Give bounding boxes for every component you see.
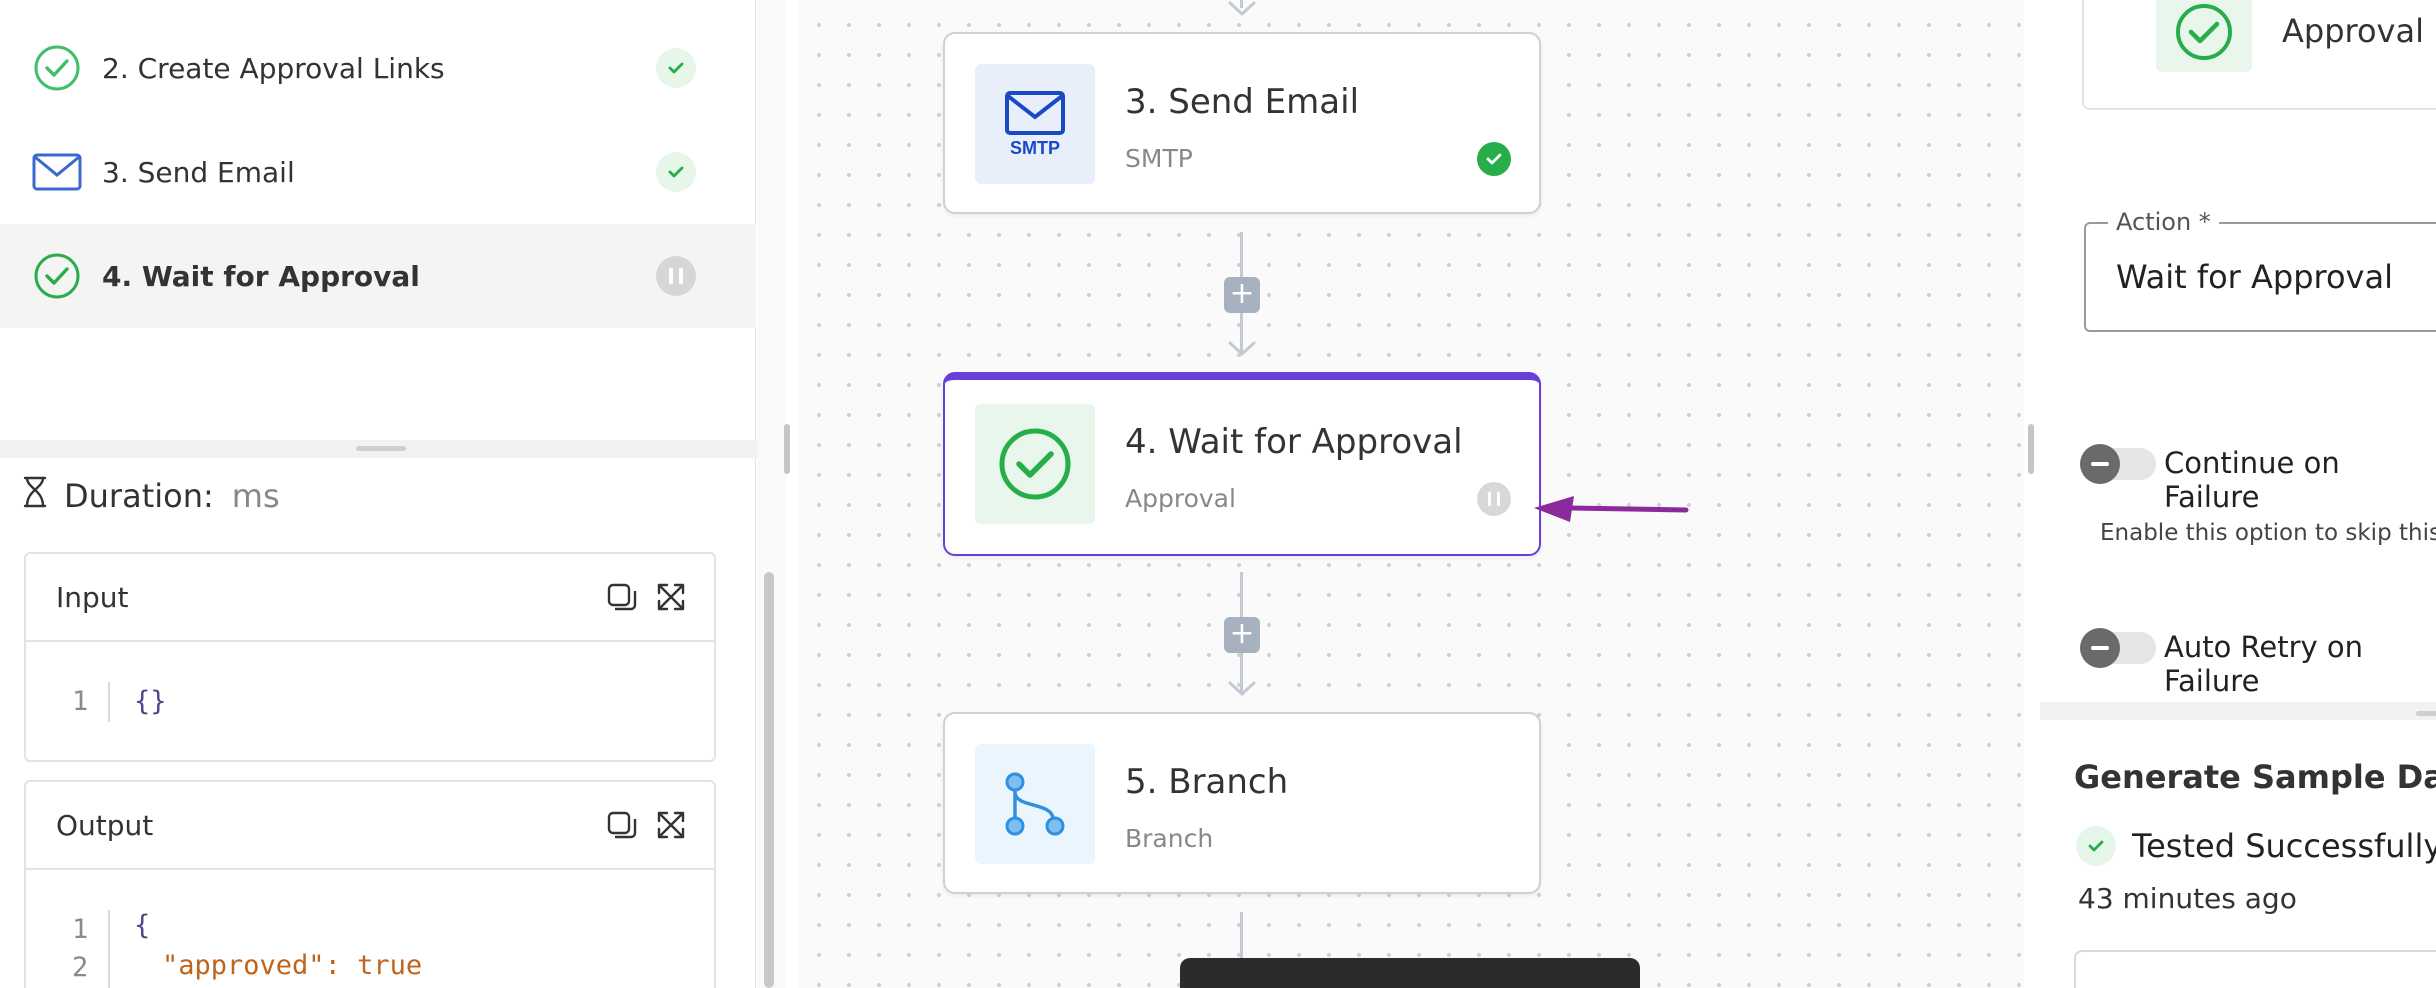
- duration-value: ms: [231, 477, 280, 515]
- tested-label: Tested Successfully: [2132, 827, 2436, 865]
- action-label: Action *: [2108, 208, 2219, 236]
- node-title: 3. Send Email: [1125, 82, 1360, 122]
- line-number: 2: [72, 952, 89, 983]
- approval-check-icon: [2156, 0, 2252, 72]
- copy-icon[interactable]: [606, 582, 638, 621]
- code-text: {: [134, 910, 151, 941]
- step-label: 2. Create Approval Links: [102, 51, 445, 85]
- code-line: "approved": true: [162, 950, 422, 981]
- sample-data-selector[interactable]: [2074, 950, 2436, 988]
- output-header: Output: [26, 782, 714, 870]
- left-resize-handle[interactable]: [784, 424, 790, 474]
- flow-node-send-email[interactable]: SMTP 3. Send Email SMTP: [943, 32, 1541, 214]
- toggle-knob: [2080, 444, 2120, 484]
- panel-splitter[interactable]: [2040, 702, 2436, 720]
- arrow-down-icon: [1228, 341, 1256, 357]
- copy-icon[interactable]: [606, 810, 638, 849]
- arrow-down-icon: [1228, 681, 1256, 697]
- continue-on-failure-label: Continue on Failure: [2164, 446, 2340, 514]
- pause-status-icon: [1477, 482, 1511, 516]
- branch-icon: [975, 744, 1095, 864]
- line-number: 1: [72, 914, 89, 945]
- node-title: 4. Wait for Approval: [1125, 422, 1463, 462]
- run-details-panel: 2. Create Approval Links 3. Send Email 4…: [0, 0, 780, 988]
- output-title: Output: [56, 808, 154, 842]
- continue-on-failure-toggle[interactable]: [2080, 444, 2156, 484]
- smtp-label: SMTP: [1009, 137, 1060, 158]
- step-item-wait-for-approval[interactable]: 4. Wait for Approval: [0, 224, 756, 328]
- piece-card[interactable]: Approval: [2082, 0, 2436, 110]
- left-scrollbar-thumb[interactable]: [764, 572, 774, 988]
- input-title: Input: [56, 580, 129, 614]
- smtp-mail-icon: SMTP: [975, 64, 1095, 184]
- add-step-button[interactable]: +: [1224, 277, 1260, 313]
- output-panel: Output 1 { 2 "approved": true: [24, 780, 716, 988]
- right-resize-handle[interactable]: [2028, 424, 2034, 474]
- node-title: 5. Branch: [1125, 762, 1289, 802]
- json-key: "approved": [162, 950, 325, 981]
- input-header: Input: [26, 554, 714, 642]
- flow-builder: 2. Create Approval Links 3. Send Email 4…: [0, 0, 2436, 988]
- code-text: {}: [134, 686, 167, 717]
- check-icon: [2076, 826, 2116, 866]
- code-gutter: [108, 682, 110, 722]
- mail-icon: [32, 147, 82, 197]
- success-status-icon: [656, 48, 696, 88]
- arrow-down-icon: [1228, 1, 1256, 17]
- success-status-icon: [1477, 142, 1511, 176]
- step-settings-panel: Approval Action * Wait for Approval Cont…: [2040, 0, 2436, 988]
- generate-sample-data-title: Generate Sample Data: [2074, 758, 2436, 796]
- annotation-arrow-icon: [1534, 496, 1689, 522]
- auto-retry-toggle[interactable]: [2080, 628, 2156, 668]
- toggle-knob: [2080, 628, 2120, 668]
- json-value: true: [357, 950, 423, 981]
- input-panel: Input 1 {}: [24, 552, 716, 762]
- add-step-button[interactable]: +: [1224, 617, 1260, 653]
- auto-retry-label: Auto Retry on Failure: [2164, 630, 2364, 698]
- continue-help-text: Enable this option to skip this step and…: [2100, 520, 2436, 546]
- duration-row: Duration: ms: [22, 474, 280, 518]
- step-label: 3. Send Email: [102, 155, 295, 189]
- node-subtitle: SMTP: [1125, 144, 1193, 173]
- duration-label: Duration:: [64, 477, 214, 515]
- pause-status-icon: [656, 256, 696, 296]
- code-gutter: [108, 910, 110, 988]
- splitter-handle[interactable]: [356, 446, 406, 451]
- tested-time: 43 minutes ago: [2078, 882, 2297, 915]
- action-value: Wait for Approval: [2116, 258, 2393, 296]
- expand-icon[interactable]: [656, 582, 686, 619]
- json-separator: :: [324, 950, 358, 981]
- piece-name: Approval: [2282, 12, 2424, 50]
- node-subtitle: Branch: [1125, 824, 1214, 853]
- hourglass-icon: [22, 476, 48, 516]
- flow-node-wait-for-approval[interactable]: 4. Wait for Approval Approval: [943, 372, 1541, 556]
- approval-check-icon: [975, 404, 1095, 524]
- dark-toast: [1180, 958, 1640, 988]
- line-number: 1: [72, 686, 89, 717]
- step-item-send-email[interactable]: 3. Send Email: [0, 120, 756, 224]
- splitter-handle[interactable]: [2416, 711, 2436, 716]
- node-subtitle: Approval: [1125, 484, 1236, 513]
- expand-icon[interactable]: [656, 810, 686, 847]
- success-status-icon: [656, 152, 696, 192]
- flow-node-branch[interactable]: 5. Branch Branch: [943, 712, 1541, 894]
- test-status: Tested Successfully: [2076, 826, 2436, 866]
- check-circle-icon: [32, 43, 82, 93]
- step-item-create-approval-links[interactable]: 2. Create Approval Links: [0, 16, 756, 120]
- check-circle-icon: [32, 251, 82, 301]
- step-label: 4. Wait for Approval: [102, 259, 420, 293]
